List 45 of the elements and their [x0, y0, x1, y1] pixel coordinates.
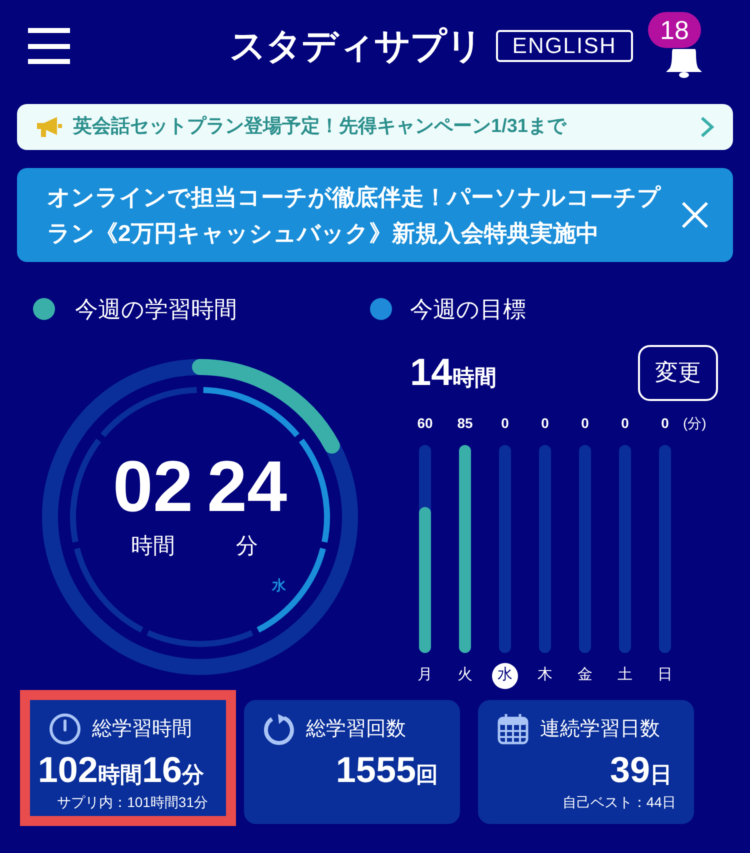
chevron-right-icon	[699, 115, 715, 139]
day-label: 日	[656, 665, 674, 686]
value-text: 14時間	[410, 354, 496, 392]
calendar-icon	[496, 712, 530, 746]
hours-unit: 時間	[130, 532, 175, 560]
day-label: 月	[416, 665, 434, 686]
value-text: 102時間16分	[38, 752, 204, 788]
legend-label: 今週の学習時間	[75, 295, 237, 324]
minutes-label: 60	[417, 414, 433, 432]
day-label: 木	[536, 665, 554, 686]
value-text: 1555回	[336, 752, 438, 788]
minutes-label: 0	[541, 414, 549, 432]
menu-icon[interactable]	[28, 28, 70, 64]
change-button[interactable]: 変更	[638, 344, 718, 400]
day-label: 金	[576, 665, 594, 686]
stat-label: 総学習回数	[306, 717, 406, 742]
minutes-label: 0	[581, 414, 589, 432]
notification-badge: 18	[648, 12, 701, 48]
close-icon[interactable]	[681, 201, 709, 229]
stat-label: 連続学習日数	[540, 717, 660, 742]
stat-label: 総学習時間	[92, 717, 192, 742]
day-label: 火	[456, 665, 474, 686]
day-label: 土	[616, 665, 634, 686]
minutes-unit: 分	[236, 532, 258, 560]
stat-note: サプリ内：101時間31分	[56, 793, 208, 812]
minutes-label: 0	[621, 414, 629, 432]
app-logo: スタディサプリ	[230, 24, 482, 68]
value-text: 39日	[610, 752, 672, 788]
stat-note: 自己ベスト：44日	[561, 793, 676, 812]
promo-banner[interactable]: オンラインで担当コーチが徹底伴走！パーソナルコーチプラン《2万円キャッシュバック》新規入会特典実施中	[17, 168, 733, 262]
minutes-label: 0	[661, 414, 669, 432]
legend-label: 今週の目標	[410, 295, 526, 324]
minutes-label: 0	[501, 414, 509, 432]
hours-value: 02	[112, 451, 193, 523]
promo-text: オンラインで担当コーチが徹底伴走！パーソナルコーチプラン《2万円キャッシュバック》新規入会特典実施中	[47, 183, 661, 248]
notice-banner[interactable]: 英会話セットプラン登場予定！先得キャンペーン1/31まで	[17, 104, 733, 150]
minutes-value: 24	[207, 451, 288, 523]
logo-tag: ENGLISH	[496, 30, 632, 62]
unit-label: (分)	[683, 414, 706, 432]
megaphone-icon	[35, 115, 63, 139]
today-marker: 水	[272, 576, 286, 592]
clock-icon	[48, 712, 82, 746]
refresh-icon	[262, 712, 296, 746]
day-label: 水	[492, 662, 518, 688]
minutes-label: 85	[457, 414, 473, 432]
